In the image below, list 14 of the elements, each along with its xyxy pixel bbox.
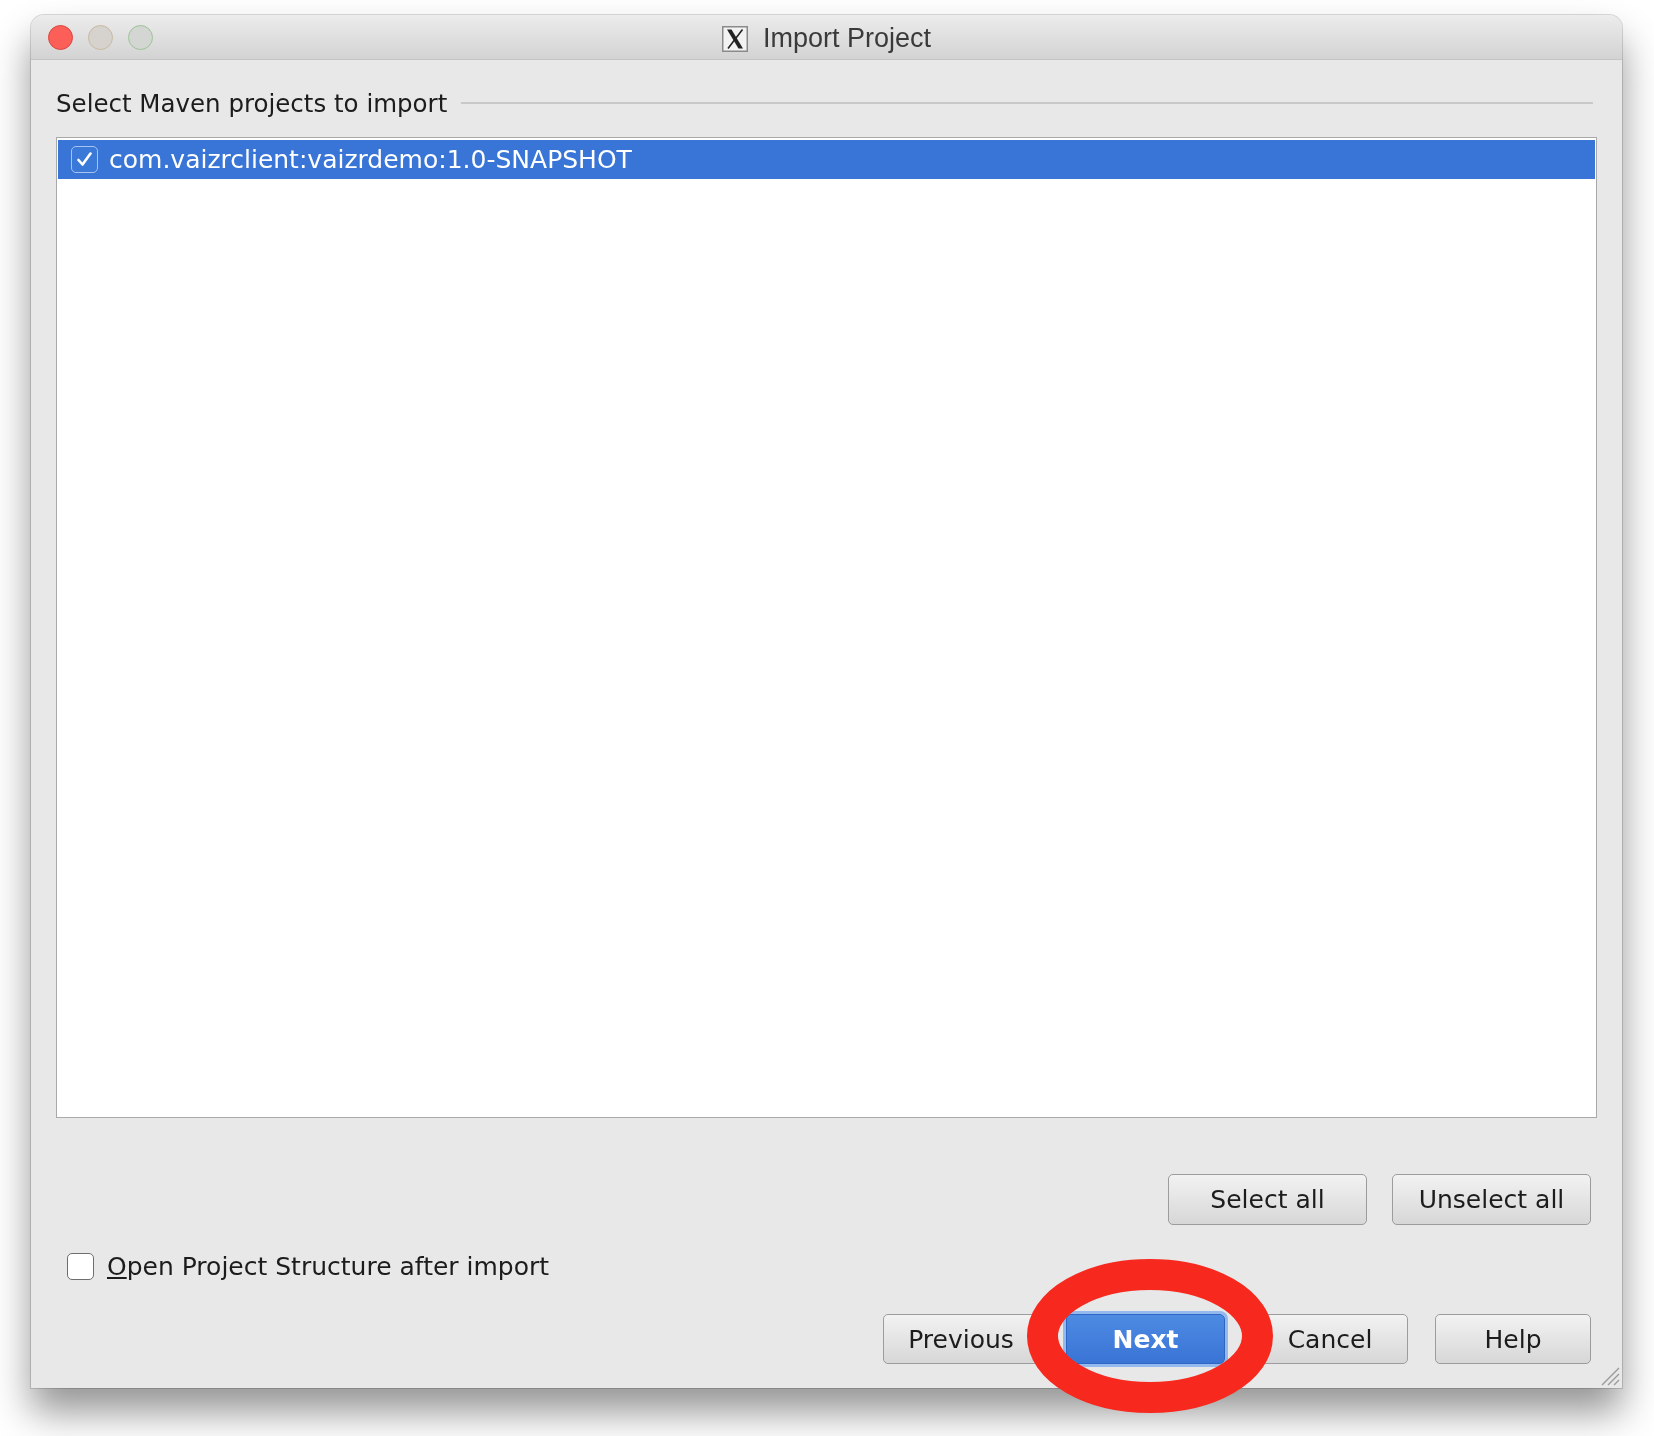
help-button[interactable]: Help xyxy=(1435,1314,1591,1364)
unselect-all-button[interactable]: Unselect all xyxy=(1392,1174,1591,1225)
project-name: com.vaizrclient:vaizrdemo:1.0-SNAPSHOT xyxy=(109,145,632,174)
checkmark-icon xyxy=(77,152,92,167)
checkbox-label: Open Project Structure after import xyxy=(107,1251,550,1281)
app-icon xyxy=(721,25,748,52)
checkbox[interactable] xyxy=(71,146,98,173)
window-close-button[interactable] xyxy=(48,24,73,50)
window-title: Import Project xyxy=(762,23,932,54)
select-all-button[interactable]: Select all xyxy=(1168,1174,1367,1225)
next-button[interactable]: Next xyxy=(1066,1314,1225,1364)
checkbox[interactable] xyxy=(67,1252,94,1280)
project-row[interactable]: com.vaizrclient:vaizrdemo:1.0-SNAPSHOT xyxy=(58,140,1595,179)
group-label: Select Maven projects to import xyxy=(56,88,448,118)
